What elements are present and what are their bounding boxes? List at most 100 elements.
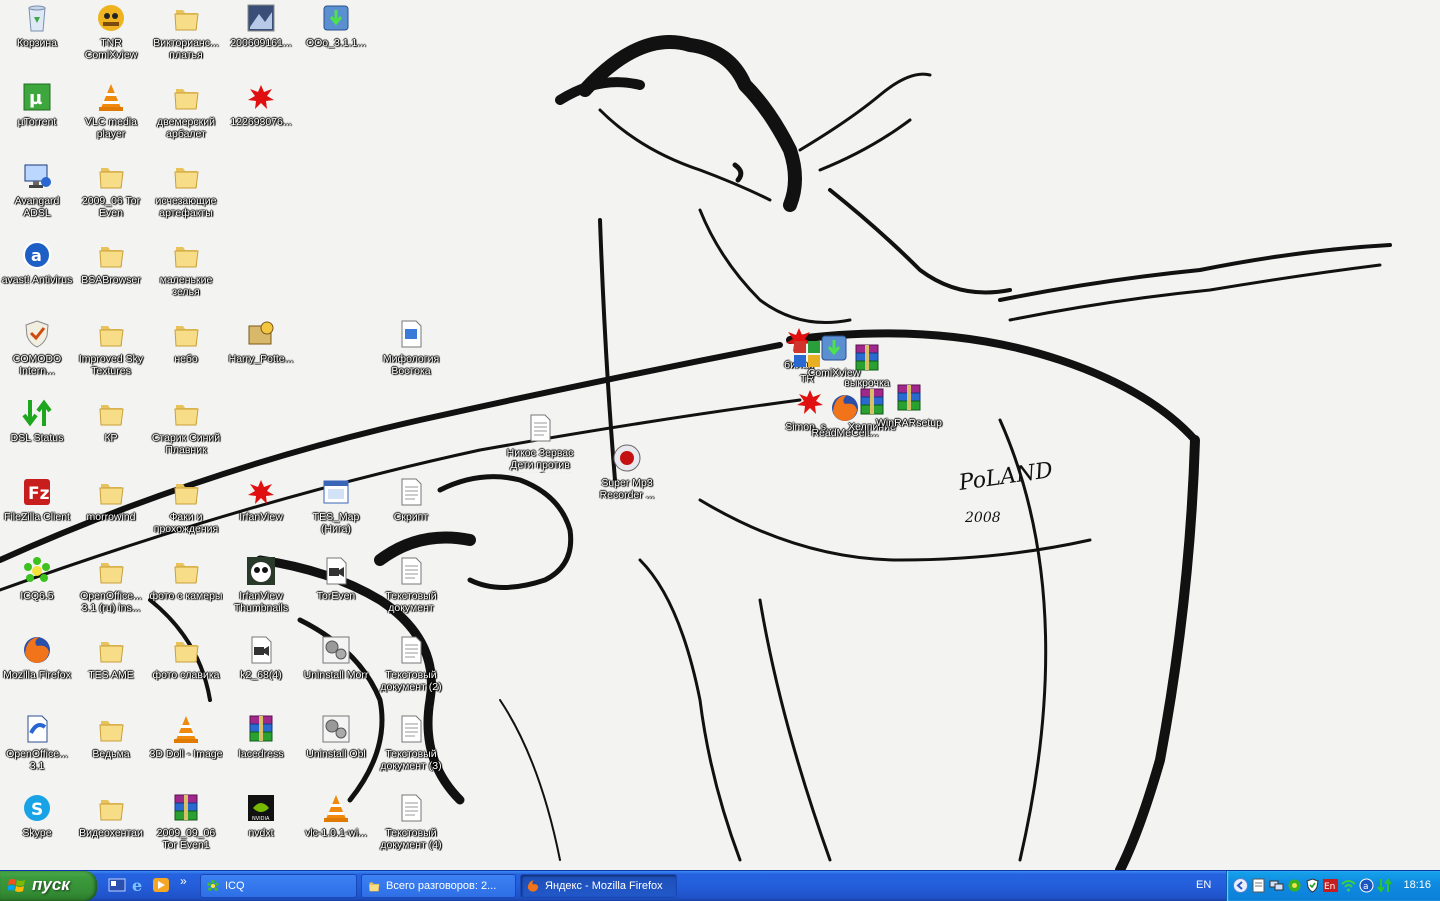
desktop-icon[interactable]: µ µTorrent xyxy=(0,81,74,128)
start-label: пуск xyxy=(32,875,70,894)
desktop[interactable]: PoLAND 2008 Корзина TNR ComiXview Викториа… xyxy=(0,0,1440,870)
desktop-icon-label: 3D Doll - Image xyxy=(149,748,223,760)
tray-document-icon[interactable] xyxy=(1251,878,1266,893)
text-file-icon xyxy=(395,634,427,666)
folder-icon xyxy=(170,634,202,666)
desktop-icon-label: Uninstall Morr xyxy=(303,669,369,681)
desktop-icon[interactable]: маленькие зелья xyxy=(149,239,223,298)
desktop-icon[interactable]: IrfanView Thumbnails xyxy=(224,555,298,614)
text-file-icon xyxy=(524,412,556,444)
desktop-icon[interactable]: Викторианс... платья xyxy=(149,2,223,61)
ie-icon[interactable]: e xyxy=(130,876,148,894)
desktop-icon[interactable]: двемерский арбалет xyxy=(149,81,223,140)
desktop-icon[interactable]: Avangard ADSL xyxy=(0,160,74,219)
desktop-icon[interactable]: Факи и прохождения xyxy=(149,476,223,535)
tray-shield-icon[interactable] xyxy=(1305,878,1320,893)
tray-dsl-status-icon[interactable] xyxy=(1377,878,1392,893)
tray-avast-icon[interactable]: a xyxy=(1359,878,1374,893)
desktop-icon[interactable]: Uninstall Morr xyxy=(299,634,373,681)
desktop-icon[interactable]: Ведьма xyxy=(74,713,148,760)
desktop-icon[interactable]: DSL Status xyxy=(0,397,74,444)
desktop-icon[interactable]: Текстовый документ (4) xyxy=(374,792,448,851)
desktop-icon[interactable]: Fz FileZilla Client xyxy=(0,476,74,523)
desktop-icon[interactable]: OpenOffice... 3.1 xyxy=(0,713,74,772)
winrar-icon xyxy=(170,792,202,824)
desktop-icon[interactable]: TNR ComiXview xyxy=(74,2,148,61)
desktop-icon[interactable]: Super Mp3 Recorder ... xyxy=(590,442,664,501)
desktop-icon[interactable]: Improved Sky Textures xyxy=(74,318,148,377)
language-indicator[interactable]: EN xyxy=(1196,879,1211,891)
desktop-icon[interactable]: 3D Doll - Image xyxy=(149,713,223,760)
taskbar-button[interactable]: Яндекс - Mozilla Firefox xyxy=(520,874,677,898)
start-button[interactable]: пуск xyxy=(0,871,97,901)
desktop-icon[interactable]: k2_68(4) xyxy=(224,634,298,681)
desktop-icon[interactable]: исчезающие артефакты xyxy=(149,160,223,219)
tray-network-icon[interactable] xyxy=(1269,878,1284,893)
desktop-icon[interactable]: Текстовый документ xyxy=(374,555,448,614)
desktop-icon[interactable]: КР xyxy=(74,397,148,444)
desktop-icon-label: Текстовый документ (3) xyxy=(380,748,442,772)
utorrent-icon: µ xyxy=(21,81,53,113)
tray-language-icon[interactable]: En xyxy=(1323,878,1338,893)
media-player-icon[interactable] xyxy=(152,876,170,894)
desktop-icon-label: TNR ComiXview xyxy=(84,37,138,61)
desktop-icon[interactable]: Mozilla Firefox xyxy=(0,634,74,681)
desktop-icon[interactable]: Мифология Востока xyxy=(374,318,448,377)
desktop-icon[interactable]: 200609161... xyxy=(224,2,298,49)
desktop-icon[interactable]: TES_Map (Нига) xyxy=(299,476,373,535)
quick-launch-overflow[interactable]: » xyxy=(180,874,187,888)
desktop-icon[interactable]: Старик Синий Плавник xyxy=(149,397,223,456)
desktop-icon[interactable]: lacedress xyxy=(224,713,298,760)
desktop-icon[interactable]: Harry_Potte... xyxy=(224,318,298,365)
desktop-icon[interactable]: Видеохентаи xyxy=(74,792,148,839)
desktop-icon[interactable]: a avast! Antivirus xyxy=(0,239,74,286)
desktop-icon[interactable]: фото славика xyxy=(149,634,223,681)
desktop-icon[interactable]: 2009_09_06 Tor Even1 xyxy=(149,792,223,851)
document-icon xyxy=(395,318,427,350)
desktop-icon[interactable]: TES AME xyxy=(74,634,148,681)
desktop-icon-label: фото славика xyxy=(152,669,220,681)
desktop-icon[interactable]: 122693076... xyxy=(224,81,298,128)
desktop-icon[interactable]: vlc-1.0.1-wi... xyxy=(299,792,373,839)
desktop-icon[interactable]: OpenOffice... 3.1 (ru) ins... xyxy=(74,555,148,614)
desktop-icon[interactable]: небо xyxy=(149,318,223,365)
desktop-icon[interactable]: morrowind xyxy=(74,476,148,523)
desktop-icon[interactable]: S Skype xyxy=(0,792,74,839)
desktop-icon[interactable]: Никос Зервас Дети против волшебников xyxy=(503,412,577,473)
desktop-icon[interactable]: WinRARsetup xyxy=(872,382,946,429)
desktop-icon-label: IrfanView Thumbnails xyxy=(233,590,289,614)
tray-icq-icon[interactable] xyxy=(1287,878,1302,893)
desktop-icon[interactable]: Корзина xyxy=(0,2,74,49)
desktop-icon-label: Факи и прохождения xyxy=(153,511,219,535)
desktop-icon[interactable]: Uninstall Obl xyxy=(299,713,373,760)
taskbar-button[interactable]: ICQ xyxy=(200,874,357,898)
desktop-icon[interactable]: IrfanView xyxy=(224,476,298,523)
desktop-icon[interactable]: Текстовый документ (2) xyxy=(374,634,448,693)
desktop-icon[interactable]: Скрипт xyxy=(374,476,448,523)
desktop-icon[interactable]: ICQ6.5 xyxy=(0,555,74,602)
folder-icon xyxy=(95,634,127,666)
desktop-icon-label: Текстовый документ (2) xyxy=(380,669,442,693)
desktop-icon[interactable]: NVIDIA nvdxt xyxy=(224,792,298,839)
desktop-icon[interactable]: BSABrowser xyxy=(74,239,148,286)
show-desktop-icon[interactable] xyxy=(108,876,126,894)
clock: 18:16 xyxy=(1403,879,1431,891)
desktop-icon[interactable]: COMODO Intern... xyxy=(0,318,74,377)
desktop-icon-label: Improved Sky Textures xyxy=(78,353,144,377)
tray-back-icon[interactable] xyxy=(1233,878,1248,893)
desktop-icon[interactable]: OOo_3.1.1... xyxy=(299,2,373,49)
desktop-icon-label: КР xyxy=(104,432,118,444)
desktop-icon-label: Текстовый документ xyxy=(385,590,437,614)
desktop-icon[interactable]: Текстовый документ (3) xyxy=(374,713,448,772)
tray-wifi-icon[interactable] xyxy=(1341,878,1356,893)
desktop-icon[interactable]: 2009_06 Tor Even xyxy=(74,160,148,219)
folder-icon xyxy=(170,397,202,429)
desktop-icon-label: Avangard ADSL xyxy=(14,195,60,219)
desktop-icon[interactable]: VLC media player xyxy=(74,81,148,140)
taskbar-button[interactable]: Всего разговоров: 2... xyxy=(361,874,516,898)
desktop-icon[interactable]: фото с камеры xyxy=(149,555,223,602)
desktop-icon-label: Никос Зервас Дети против волшебников xyxy=(506,447,574,473)
text-file-icon xyxy=(395,476,427,508)
desktop-icon[interactable]: TorEven xyxy=(299,555,373,602)
firefox-icon xyxy=(21,634,53,666)
